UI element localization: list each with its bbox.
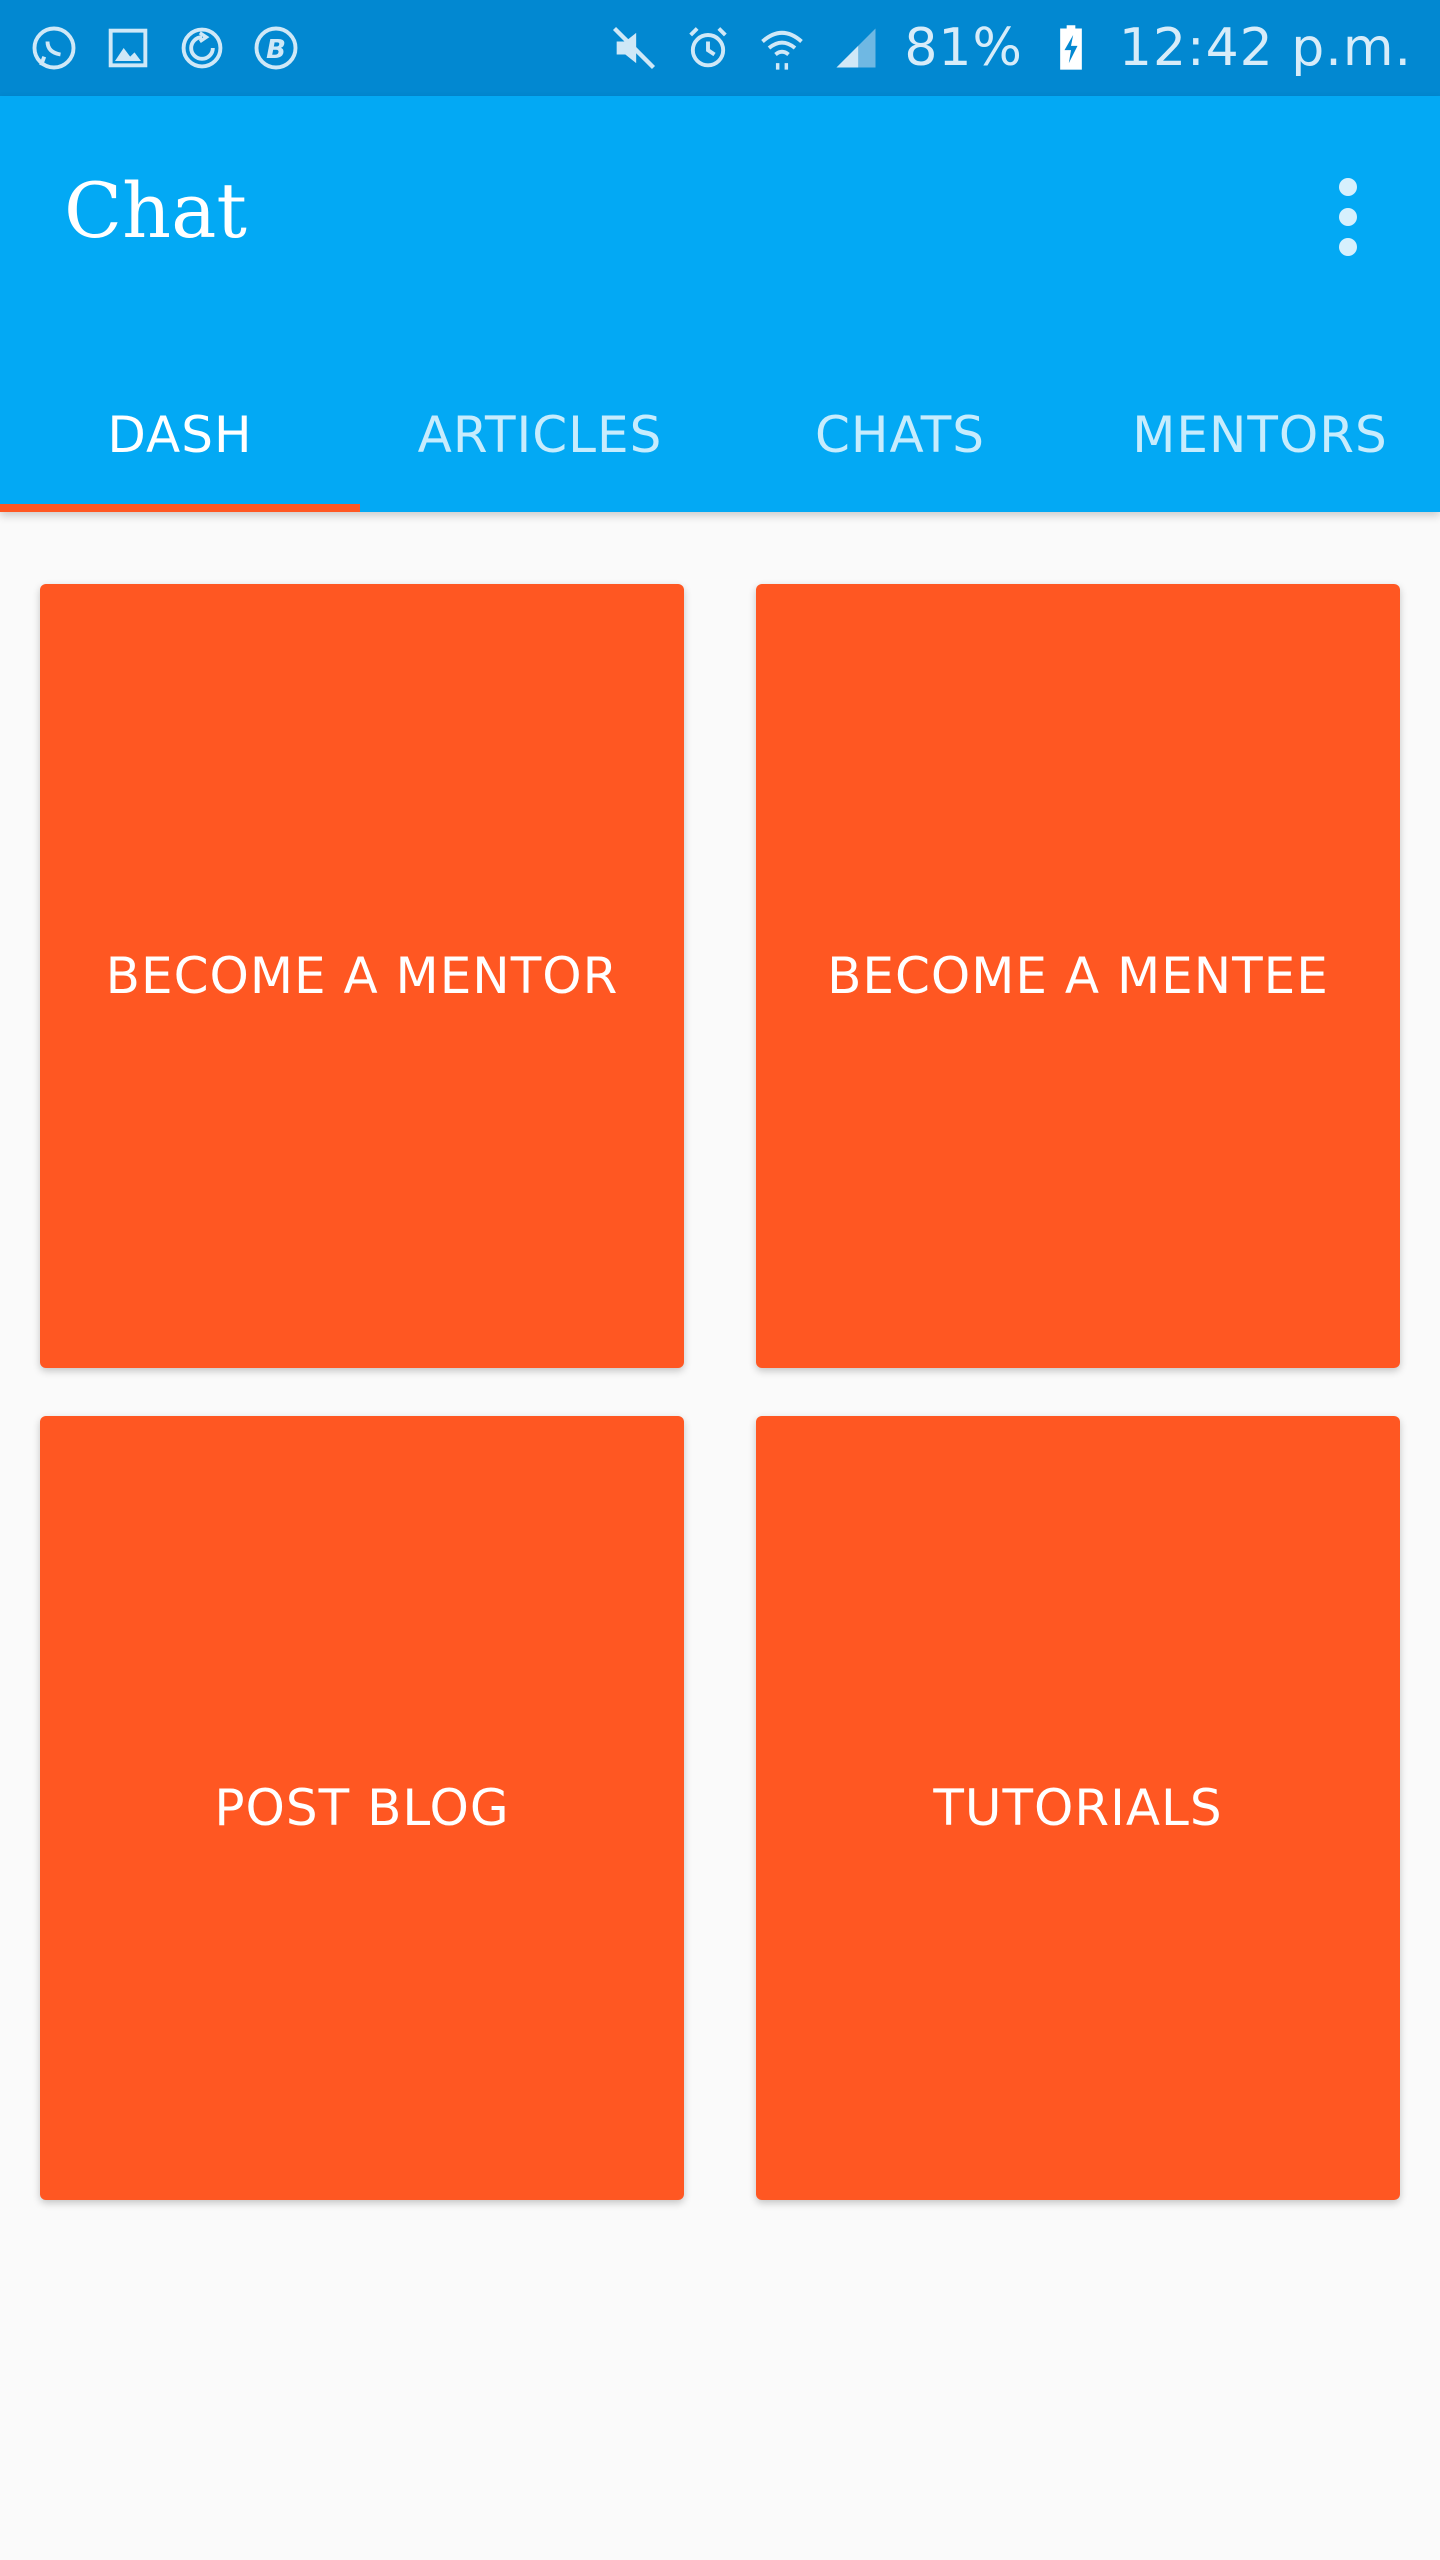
- tab-mentors[interactable]: MENTORS: [1080, 358, 1440, 512]
- tutorials-card[interactable]: TUTORIALS: [756, 1416, 1400, 2200]
- status-bar: B 81% 12:42 p.m.: [0, 0, 1440, 96]
- card-label: POST BLOG: [214, 1779, 510, 1837]
- status-right-icons: 81% 12:42 p.m.: [608, 18, 1412, 78]
- whatsapp-icon: [28, 22, 80, 74]
- alarm-icon: [682, 22, 734, 74]
- b-icon: B: [250, 22, 302, 74]
- app-title: Chat: [64, 166, 247, 255]
- tab-bar: DASH ARTICLES CHATS MENTORS: [0, 358, 1440, 512]
- svg-text:B: B: [266, 35, 286, 65]
- card-label: BECOME A MENTEE: [827, 947, 1329, 1005]
- battery-percent: 81%: [904, 18, 1023, 78]
- tab-label: MENTORS: [1132, 406, 1388, 464]
- card-label: TUTORIALS: [933, 1779, 1223, 1837]
- become-mentee-card[interactable]: BECOME A MENTEE: [756, 584, 1400, 1368]
- become-mentor-card[interactable]: BECOME A MENTOR: [40, 584, 684, 1368]
- status-left-icons: B: [28, 22, 302, 74]
- signal-icon: [830, 22, 882, 74]
- gallery-icon: [102, 22, 154, 74]
- wifi-icon: [756, 22, 808, 74]
- tab-label: CHATS: [814, 406, 986, 464]
- menu-dot: [1339, 208, 1357, 226]
- app-bar: Chat DASH ARTICLES CHATS MENTORS: [0, 96, 1440, 512]
- card-label: BECOME A MENTOR: [105, 947, 619, 1005]
- post-blog-card[interactable]: POST BLOG: [40, 1416, 684, 2200]
- clock: 12:42 p.m.: [1118, 18, 1412, 78]
- tab-dash[interactable]: DASH: [0, 358, 360, 512]
- tab-chats[interactable]: CHATS: [720, 358, 1080, 512]
- active-tab-indicator: [0, 504, 360, 512]
- menu-dot: [1339, 238, 1357, 256]
- mute-icon: [608, 22, 660, 74]
- menu-dot: [1339, 178, 1357, 196]
- sync-icon: [176, 22, 228, 74]
- tab-label: ARTICLES: [417, 406, 663, 464]
- tab-label: DASH: [107, 406, 253, 464]
- more-vert-icon[interactable]: [1320, 172, 1376, 262]
- tab-articles[interactable]: ARTICLES: [360, 358, 720, 512]
- battery-charging-icon: [1045, 22, 1097, 74]
